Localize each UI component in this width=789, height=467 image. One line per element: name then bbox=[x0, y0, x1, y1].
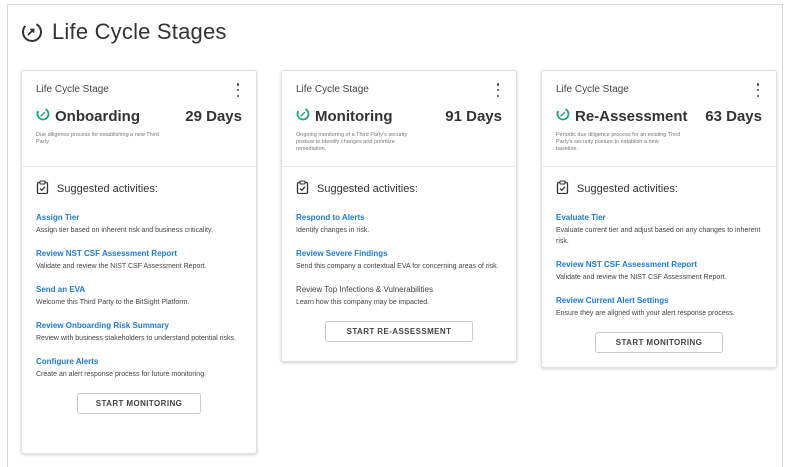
start-monitoring-button[interactable]: START MONITORING bbox=[77, 393, 201, 414]
activity-item: Review NST CSF Assessment Report Validat… bbox=[556, 260, 762, 283]
start-monitoring-button[interactable]: START MONITORING bbox=[595, 332, 723, 353]
page-title: Life Cycle Stages bbox=[52, 19, 227, 44]
activity-text: Validate and review the NIST CSF Assessm… bbox=[36, 263, 207, 270]
stage-ring-icon bbox=[36, 107, 50, 126]
stage-label: Life Cycle Stage bbox=[36, 84, 109, 95]
card-header: Life Cycle Stage Onboarding 29 Days Due … bbox=[22, 71, 256, 167]
suggested-activities-label: Suggested activities: bbox=[317, 182, 418, 195]
stage-days: 63 Days bbox=[705, 108, 762, 125]
activity-text: Validate and review the NIST CSF Assessm… bbox=[556, 274, 727, 281]
activity-item: Assign Tier Assign tier based on inheren… bbox=[36, 213, 242, 236]
activity-link[interactable]: Assign Tier bbox=[36, 213, 242, 222]
more-options-icon[interactable] bbox=[493, 83, 503, 97]
activity-item: Review Current Alert Settings Ensure the… bbox=[556, 296, 762, 319]
suggested-activities-label: Suggested activities: bbox=[57, 182, 158, 195]
stage-description: Ongoing monitoring of a Third Party's se… bbox=[296, 132, 408, 152]
card-body: Suggested activities: Evaluate Tier Eval… bbox=[542, 167, 776, 353]
stage-days: 91 Days bbox=[445, 108, 502, 125]
activity-text: Review with business stakeholders to und… bbox=[36, 335, 236, 342]
stage-label: Life Cycle Stage bbox=[556, 84, 629, 95]
activity-text: Evaluate current tier and adjust based o… bbox=[556, 227, 761, 245]
activity-link[interactable]: Evaluate Tier bbox=[556, 213, 762, 222]
stage-name-row: Monitoring 91 Days bbox=[296, 107, 502, 126]
stage-card-re-assessment: Life Cycle Stage Re-Assessment 63 Days P… bbox=[541, 70, 777, 368]
more-options-icon[interactable] bbox=[233, 83, 243, 97]
activity-item: Review Severe Findings Send this company… bbox=[296, 249, 502, 272]
clipboard-check-icon bbox=[296, 180, 309, 197]
activity-link[interactable]: Review NST CSF Assessment Report bbox=[36, 249, 242, 258]
card-header: Life Cycle Stage Re-Assessment 63 Days P… bbox=[542, 71, 776, 167]
page-header: Life Cycle Stages bbox=[20, 19, 227, 45]
card-header: Life Cycle Stage Monitoring 91 Days Ongo… bbox=[282, 71, 516, 167]
stage-name-row: Onboarding 29 Days bbox=[36, 107, 242, 126]
activity-text: Learn how this company may be impacted. bbox=[296, 299, 430, 306]
activity-item: Review Onboarding Risk Summary Review wi… bbox=[36, 321, 242, 344]
stage-name: Monitoring bbox=[315, 108, 393, 125]
lifecycle-icon bbox=[20, 20, 44, 44]
stage-name: Onboarding bbox=[55, 108, 140, 125]
stage-description: Due diligence process for establishing a… bbox=[36, 132, 159, 145]
activity-text: Ensure they are aligned with your alert … bbox=[556, 310, 735, 317]
stage-ring-icon bbox=[296, 107, 310, 126]
suggested-activities-label: Suggested activities: bbox=[577, 182, 678, 195]
stage-ring-icon bbox=[556, 107, 570, 126]
activity-text: Create an alert response process for fut… bbox=[36, 371, 207, 378]
activity-link[interactable]: Review Current Alert Settings bbox=[556, 296, 762, 305]
activity-text: Identify changes in risk. bbox=[296, 227, 370, 234]
stage-label: Life Cycle Stage bbox=[296, 84, 369, 95]
card-body: Suggested activities: Respond to Alerts … bbox=[282, 167, 516, 342]
clipboard-check-icon bbox=[556, 180, 569, 197]
start-re-assessment-button[interactable]: START RE-ASSESSMENT bbox=[325, 321, 473, 342]
stage-name: Re-Assessment bbox=[575, 108, 688, 125]
activity-text: Welcome this Third Party to the BitSight… bbox=[36, 299, 190, 306]
activity-link[interactable]: Review Onboarding Risk Summary bbox=[36, 321, 242, 330]
stage-name-row: Re-Assessment 63 Days bbox=[556, 107, 762, 126]
suggested-activities-header: Suggested activities: bbox=[556, 180, 762, 197]
activity-item: Evaluate Tier Evaluate current tier and … bbox=[556, 213, 762, 247]
suggested-activities-header: Suggested activities: bbox=[296, 180, 502, 197]
clipboard-check-icon bbox=[36, 180, 49, 197]
stage-card-monitoring: Life Cycle Stage Monitoring 91 Days Ongo… bbox=[281, 70, 517, 362]
activity-link[interactable]: Send an EVA bbox=[36, 285, 242, 294]
activity-text: Send this company a contextual EVA for c… bbox=[296, 263, 499, 270]
stage-description: Periodic due diligence process for an ex… bbox=[556, 132, 681, 152]
card-body: Suggested activities: Assign Tier Assign… bbox=[22, 167, 256, 414]
activity-text: Assign tier based on inherent risk and b… bbox=[36, 227, 213, 234]
activity-item: Configure Alerts Create an alert respons… bbox=[36, 357, 242, 380]
stage-days: 29 Days bbox=[185, 108, 242, 125]
activity-link[interactable]: Respond to Alerts bbox=[296, 213, 502, 222]
activity-link[interactable]: Review NST CSF Assessment Report bbox=[556, 260, 762, 269]
stage-card-onboarding: Life Cycle Stage Onboarding 29 Days Due … bbox=[21, 70, 257, 454]
activity-item: Send an EVA Welcome this Third Party to … bbox=[36, 285, 242, 308]
suggested-activities-header: Suggested activities: bbox=[36, 180, 242, 197]
activity-title: Review Top Infections & Vulnerabilities bbox=[296, 285, 433, 294]
activity-link[interactable]: Review Severe Findings bbox=[296, 249, 502, 258]
activity-item: Respond to Alerts Identify changes in ri… bbox=[296, 213, 502, 236]
activity-item: Review NST CSF Assessment Report Validat… bbox=[36, 249, 242, 272]
activity-link[interactable]: Configure Alerts bbox=[36, 357, 242, 366]
activity-item: Review Top Infections & Vulnerabilities … bbox=[296, 285, 502, 308]
more-options-icon[interactable] bbox=[753, 83, 763, 97]
